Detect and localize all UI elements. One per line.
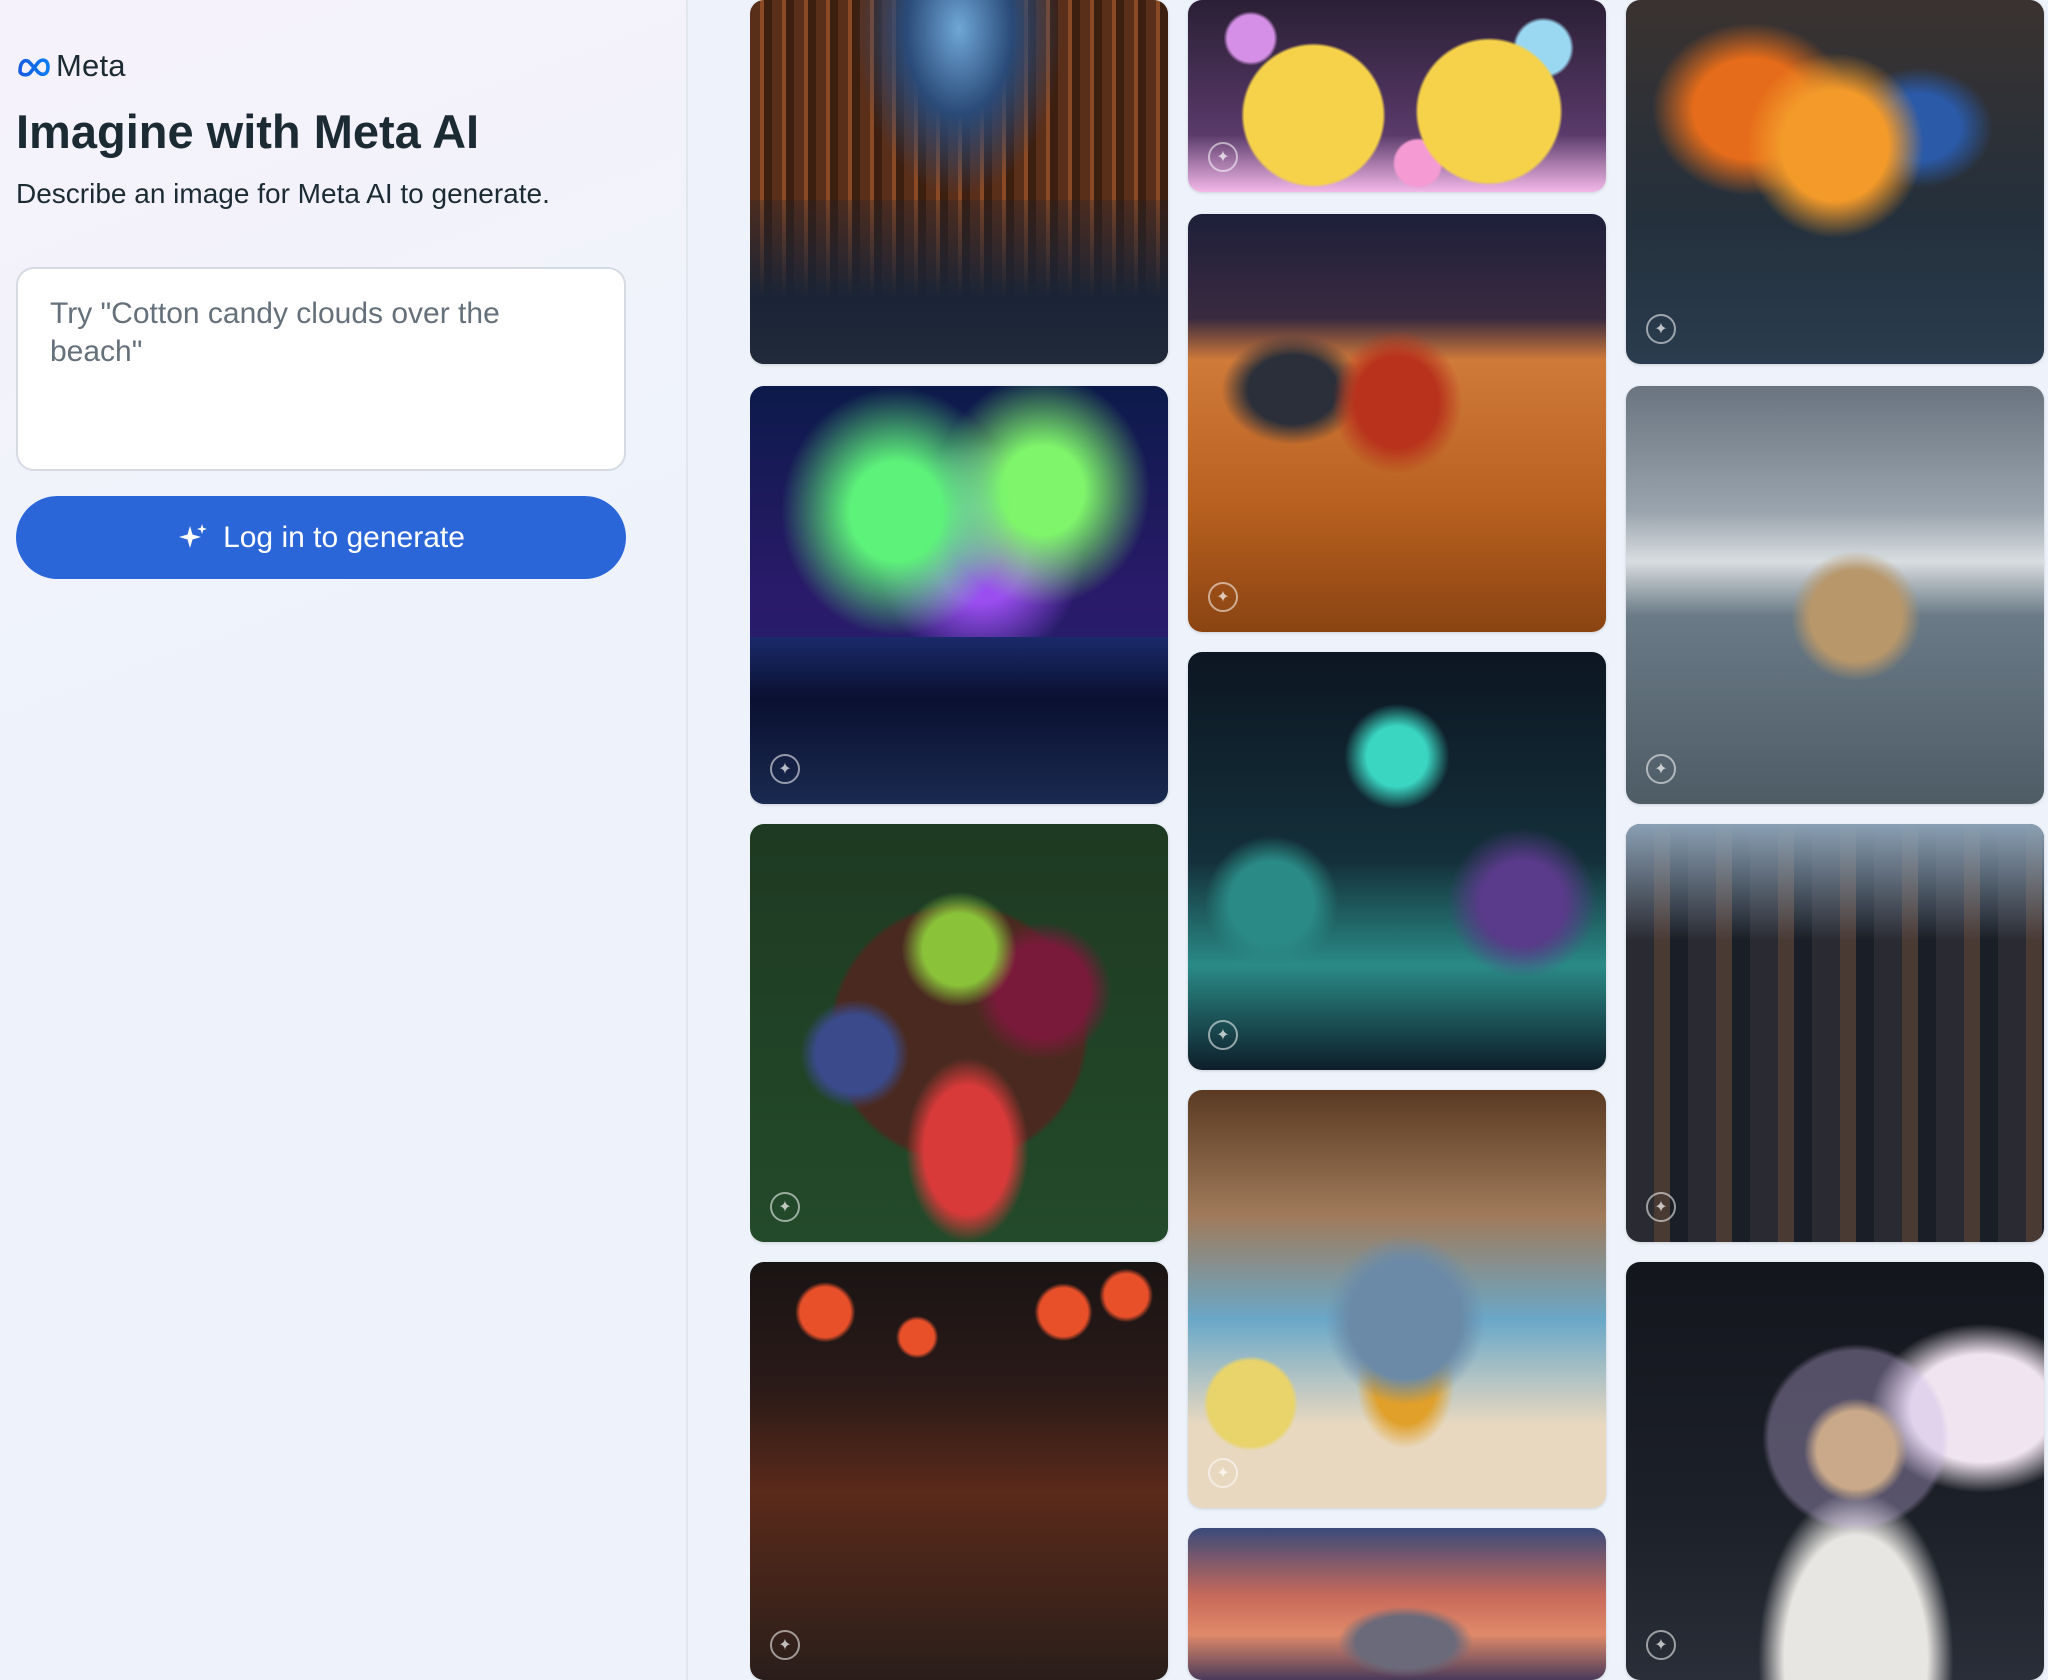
meta-infinity-icon <box>16 55 52 77</box>
page-title: Imagine with Meta AI <box>16 105 480 158</box>
app-root: Meta Imagine with Meta AI Describe an im… <box>0 0 2048 1680</box>
meta-logo[interactable]: Meta <box>16 48 126 84</box>
gallery-tile-castle-sunset[interactable] <box>1188 1528 1606 1680</box>
page-subtitle: Describe an image for Meta AI to generat… <box>16 178 550 209</box>
gallery-tile-aurora[interactable]: ✦ <box>750 386 1168 804</box>
imagine-badge-icon: ✦ <box>1208 582 1238 612</box>
login-button-label: Log in to generate <box>223 520 465 554</box>
gallery-tile-space-explorers[interactable]: ✦ <box>1188 652 1606 1070</box>
imagine-badge-icon: ✦ <box>1646 314 1676 344</box>
imagine-badge-icon: ✦ <box>770 754 800 784</box>
prompt-box <box>16 267 626 471</box>
sparkle-icon <box>177 522 209 554</box>
imagine-badge-icon: ✦ <box>770 1630 800 1660</box>
imagine-badge-icon: ✦ <box>1646 754 1676 784</box>
login-to-generate-button[interactable]: Log in to generate <box>16 496 626 579</box>
gallery-tile-lantern-temple[interactable]: ✦ <box>750 1262 1168 1680</box>
left-panel: Meta Imagine with Meta AI Describe an im… <box>0 0 688 1680</box>
imagine-badge-icon: ✦ <box>770 314 800 344</box>
imagine-badge-icon: ✦ <box>1208 1020 1238 1050</box>
gallery-tile-astronaut-kitten[interactable]: ✦ <box>1626 1262 2044 1680</box>
prompt-input[interactable] <box>50 295 592 443</box>
imagine-badge-icon: ✦ <box>1646 1192 1676 1222</box>
imagine-badge-icon: ✦ <box>1208 1458 1238 1488</box>
logo-text: Meta <box>56 48 126 83</box>
gallery-tile-butterfly-street[interactable]: ✦ <box>1626 0 2044 364</box>
example-image-gallery: ✦ ✦ ✦ ✦ ✦ ✦ ✦ ✦ ✦ ✦ ✦ ✦ <box>750 0 2048 1680</box>
gallery-tile-rubber-ducks[interactable]: ✦ <box>1188 0 1606 192</box>
gallery-tile-desert-race-car[interactable]: ✦ <box>1188 214 1606 632</box>
gallery-tile-futuristic-city[interactable]: ✦ <box>1626 824 2044 1242</box>
imagine-badge-icon: ✦ <box>770 1192 800 1222</box>
imagine-badge-icon: ✦ <box>1646 1630 1676 1660</box>
gallery-tile-dog-in-sea[interactable]: ✦ <box>1626 386 2044 804</box>
gallery-tile-fruit-bowl[interactable]: ✦ <box>750 824 1168 1242</box>
imagine-badge-icon: ✦ <box>1208 142 1238 172</box>
gallery-tile-library[interactable]: ✦ <box>750 0 1168 364</box>
gallery-tile-fluffy-bird[interactable]: ✦ <box>1188 1090 1606 1508</box>
